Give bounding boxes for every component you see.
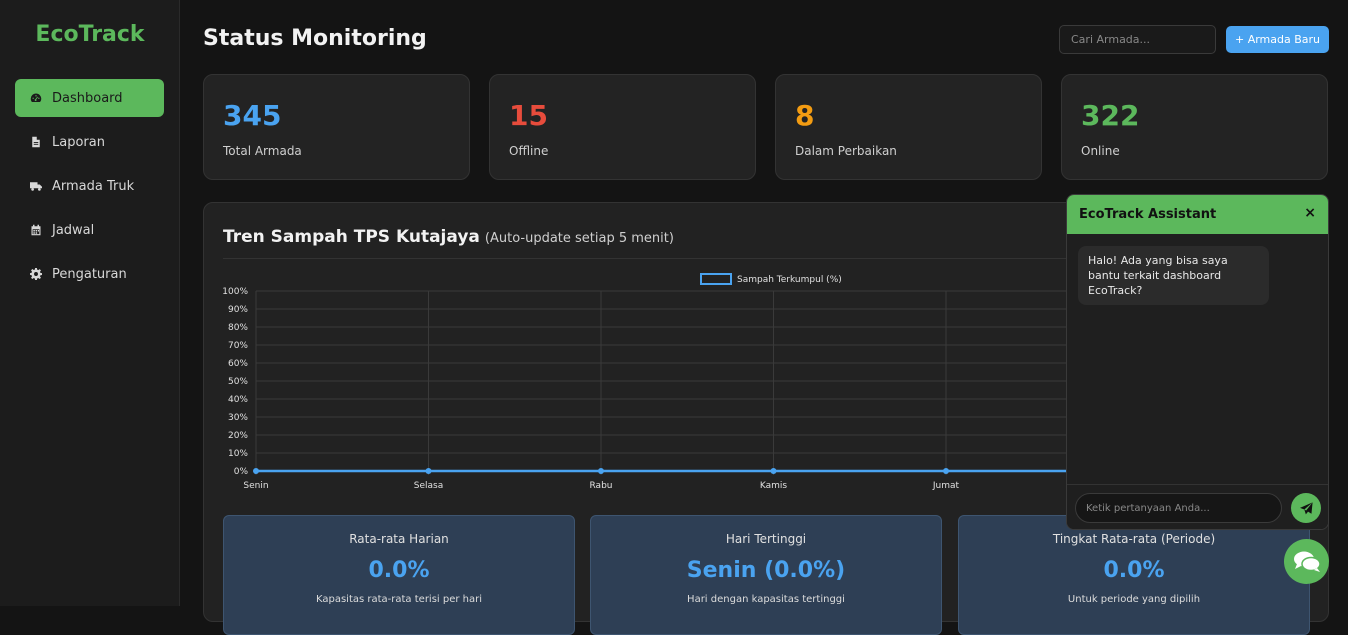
assistant-header: EcoTrack Assistant × — [1067, 195, 1328, 234]
stat-card-dalam-perbaikan: 8 Dalam Perbaikan — [775, 74, 1042, 180]
sidebar-item-dashboard[interactable]: Dashboard — [15, 79, 164, 117]
stat-value: 345 — [223, 99, 282, 132]
y-tick-label: 40% — [228, 395, 248, 405]
summary-card-hari-tertinggi: Hari Tertinggi Senin (0.0%) Hari dengan … — [590, 515, 942, 635]
data-point — [770, 468, 777, 474]
x-tick-label: Jumat — [932, 481, 960, 491]
x-tick-label: Selasa — [414, 481, 443, 491]
gear-icon — [30, 268, 42, 280]
y-tick-label: 10% — [228, 449, 248, 459]
page-title: Status Monitoring — [203, 26, 427, 51]
stat-label: Total Armada — [223, 144, 302, 158]
stat-label: Dalam Perbaikan — [795, 144, 897, 158]
stat-card-total-armada: 345 Total Armada — [203, 74, 470, 180]
summary-value: Senin (0.0%) — [686, 558, 846, 583]
summary-value: 0.0% — [368, 558, 430, 583]
trend-title: Tren Sampah TPS Kutajaya (Auto-update set… — [223, 227, 674, 247]
send-icon — [1299, 501, 1313, 514]
stat-card-online: 322 Online — [1061, 74, 1328, 180]
chat-bubbles-icon — [1293, 551, 1321, 572]
y-tick-label: 50% — [228, 377, 248, 387]
search-input[interactable] — [1059, 25, 1216, 54]
assistant-input[interactable] — [1075, 493, 1282, 523]
sidebar-item-pengaturan[interactable]: Pengaturan — [15, 255, 164, 293]
gauge-icon — [30, 92, 42, 104]
sidebar-item-jadwal[interactable]: Jadwal — [15, 211, 164, 249]
summary-card-rata-rata-harian: Rata-rata Harian 0.0% Kapasitas rata-rat… — [223, 515, 575, 635]
assistant-message: Halo! Ada yang bisa saya bantu terkait d… — [1078, 246, 1269, 305]
stat-value: 8 — [795, 99, 815, 132]
y-tick-label: 100% — [222, 287, 248, 297]
sidebar-item-label: Pengaturan — [52, 266, 127, 282]
sidebar-item-label: Dashboard — [52, 90, 123, 106]
chat-toggle-button[interactable] — [1284, 539, 1329, 584]
y-tick-label: 30% — [228, 413, 248, 423]
summary-desc: Hari dengan kapasitas tertinggi — [687, 594, 845, 605]
y-tick-label: 70% — [228, 341, 248, 351]
data-point — [598, 468, 604, 474]
summary-value: 0.0% — [1103, 558, 1165, 583]
stat-card-offline: 15 Offline — [489, 74, 756, 180]
assistant-footer — [1067, 484, 1328, 529]
sidebar-item-laporan[interactable]: Laporan — [15, 123, 164, 161]
summary-title: Rata-rata Harian — [349, 532, 449, 546]
y-tick-label: 20% — [228, 431, 248, 441]
sidebar-item-label: Armada Truk — [52, 178, 135, 194]
stat-value: 15 — [509, 99, 548, 132]
summary-desc: Kapasitas rata-rata terisi per hari — [315, 594, 483, 605]
add-armada-button[interactable]: + Armada Baru — [1226, 26, 1329, 53]
calendar-icon — [30, 224, 42, 236]
summary-title: Tingkat Rata-rata (Periode) — [1052, 532, 1216, 546]
trend-title-text: Tren Sampah TPS Kutajaya — [223, 227, 480, 247]
sidebar-item-label: Jadwal — [52, 222, 95, 238]
truck-icon — [30, 180, 42, 192]
stat-label: Offline — [509, 144, 549, 158]
app-logo[interactable]: EcoTrack — [0, 22, 180, 47]
data-point — [253, 468, 259, 474]
x-tick-label: Rabu — [590, 481, 613, 491]
x-tick-label: Senin — [243, 481, 268, 491]
sidebar-item-label: Laporan — [52, 134, 105, 150]
file-icon — [30, 136, 42, 148]
y-tick-label: 60% — [228, 359, 248, 369]
y-tick-label: 90% — [228, 305, 248, 315]
trend-subtitle: (Auto-update setiap 5 menit) — [484, 231, 674, 246]
sidebar: EcoTrack Dashboard Laporan Armada Truk J… — [0, 0, 180, 606]
y-tick-label: 80% — [228, 323, 248, 333]
sidebar-item-armada-truk[interactable]: Armada Truk — [15, 167, 164, 205]
assistant-panel: EcoTrack Assistant × Halo! Ada yang bisa… — [1066, 194, 1329, 530]
x-tick-label: Kamis — [760, 481, 788, 491]
y-tick-label: 0% — [234, 467, 249, 477]
legend-label: Sampah Terkumpul (%) — [737, 275, 842, 285]
send-button[interactable] — [1291, 493, 1321, 523]
data-point — [943, 468, 949, 474]
close-icon[interactable]: × — [1304, 206, 1316, 220]
summary-desc: Untuk periode yang dipilih — [1067, 594, 1201, 605]
stat-label: Online — [1081, 144, 1120, 158]
legend-swatch — [700, 273, 732, 285]
assistant-title: EcoTrack Assistant — [1079, 207, 1217, 222]
summary-title: Hari Tertinggi — [725, 532, 807, 546]
data-point — [425, 468, 432, 474]
summary-card-tingkat-rata-rata: Tingkat Rata-rata (Periode) 0.0% Untuk p… — [958, 515, 1310, 635]
stat-value: 322 — [1081, 99, 1140, 132]
